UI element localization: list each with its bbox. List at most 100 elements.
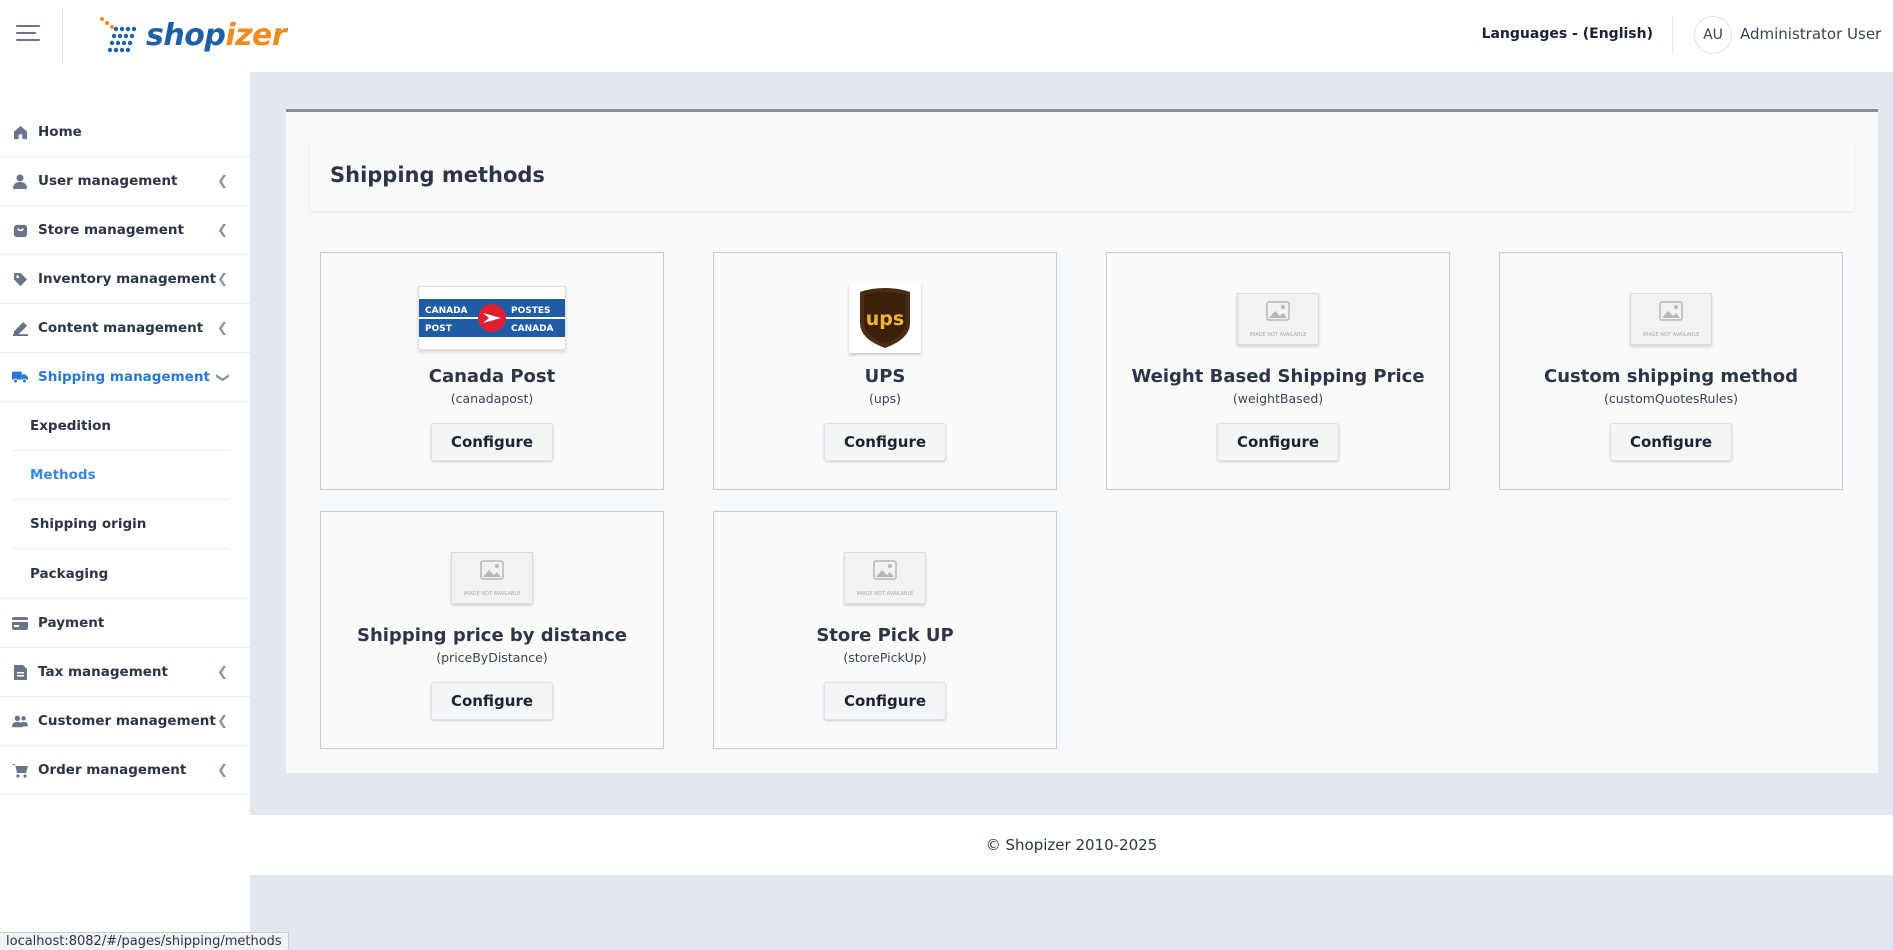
sidebar-item-store-management[interactable]: Store management ❮ — [0, 206, 250, 255]
method-code: (priceByDistance) — [436, 650, 548, 665]
sidebar-item-order-management[interactable]: Order management ❮ — [0, 746, 250, 795]
method-name: Store Pick UP — [816, 625, 954, 646]
truck-icon — [12, 369, 28, 385]
chevron-left-icon: ❮ — [217, 174, 228, 189]
method-name: Weight Based Shipping Price — [1131, 366, 1425, 387]
avatar[interactable]: AU — [1694, 16, 1732, 54]
sidebar-item-customer-management[interactable]: Customer management ❮ — [0, 697, 250, 746]
image-placeholder-icon — [480, 560, 504, 580]
document-icon — [12, 664, 28, 680]
sidebar-item-inventory-management[interactable]: Inventory management ❮ — [0, 255, 250, 304]
method-name: Canada Post — [428, 366, 556, 387]
tag-icon — [12, 271, 28, 287]
sidebar-item-label: Tax management — [38, 664, 168, 680]
svg-text:POST: POST — [425, 324, 453, 334]
ups-logo: ups — [849, 283, 921, 353]
home-icon — [12, 124, 28, 140]
image-not-available-placeholder: IMAGE NOT AVAILABLE — [1630, 293, 1712, 345]
canada-post-logo-graphic: CANADA POSTES POST CANADA — [419, 299, 565, 337]
page-title: Shipping methods — [330, 163, 545, 187]
sidebar-item-content-management[interactable]: Content management ❮ — [0, 304, 250, 353]
image-not-available-text: IMAGE NOT AVAILABLE — [856, 591, 914, 597]
shipping-submenu: Expedition Methods Shipping origin Packa… — [0, 402, 250, 599]
chevron-left-icon: ❮ — [217, 763, 228, 778]
sidebar-item-label: Content management — [38, 320, 204, 336]
method-card-pricebydistance: IMAGE NOT AVAILABLE Shipping price by di… — [320, 511, 664, 749]
svg-text:POSTES: POSTES — [511, 306, 551, 316]
users-icon — [12, 713, 28, 729]
svg-text:CANADA: CANADA — [511, 324, 554, 334]
logo-dots-icon — [100, 17, 137, 53]
sidebar-item-label: Store management — [38, 222, 184, 238]
method-code: (storePickUp) — [843, 650, 927, 665]
canada-post-logo: CANADA POSTES POST CANADA — [418, 286, 566, 350]
configure-button-weightbased[interactable]: Configure — [1217, 423, 1339, 461]
shopizer-logo[interactable]: shopizer — [96, 10, 287, 60]
status-bar-url: localhost:8082/#/pages/shipping/methods — [0, 932, 289, 950]
method-card-customquotesrules: IMAGE NOT AVAILABLE Custom shipping meth… — [1499, 252, 1843, 490]
sidebar-item-label: Payment — [38, 615, 105, 631]
sidebar-subitem-packaging[interactable]: Packaging — [12, 549, 230, 598]
sidebar: Home User management ❮ Store management … — [0, 72, 250, 950]
header-divider — [62, 8, 63, 64]
image-placeholder-icon — [873, 560, 897, 580]
sidebar-item-label: Shipping management — [38, 369, 210, 385]
image-placeholder-icon — [1659, 301, 1683, 321]
configure-button-ups[interactable]: Configure — [824, 423, 946, 461]
method-name: Shipping price by distance — [356, 625, 628, 646]
method-card-storepickup: IMAGE NOT AVAILABLE Store Pick UP (store… — [713, 511, 1057, 749]
method-card-canadapost: CANADA POSTES POST CANADA Canada Post (c… — [320, 252, 664, 490]
sidebar-item-payment[interactable]: Payment — [0, 599, 250, 648]
store-icon — [12, 222, 28, 238]
logo-wordmark: shopizer — [146, 17, 287, 53]
image-not-available-text: IMAGE NOT AVAILABLE — [1642, 332, 1700, 338]
sidebar-subitem-expedition[interactable]: Expedition — [12, 402, 230, 451]
sidebar-item-label: User management — [38, 173, 178, 189]
header-divider-right — [1672, 16, 1673, 54]
method-card-ups: ups UPS (ups) Configure — [713, 252, 1057, 490]
sidebar-item-shipping-management[interactable]: Shipping management ❮ — [0, 353, 250, 402]
chevron-down-icon: ❮ — [215, 372, 231, 383]
chevron-left-icon: ❮ — [217, 714, 228, 729]
languages-dropdown[interactable]: Languages - (English) — [1482, 26, 1653, 42]
svg-text:CANADA: CANADA — [425, 306, 468, 316]
configure-button-storepickup[interactable]: Configure — [824, 682, 946, 720]
footer: © Shopizer 2010-2025 — [250, 815, 1893, 875]
hamburger-menu-icon[interactable] — [16, 25, 40, 45]
method-name: UPS — [864, 366, 906, 387]
sidebar-item-user-management[interactable]: User management ❮ — [0, 157, 250, 206]
sidebar-item-label: Home — [38, 124, 82, 140]
card-header: Shipping methods — [310, 141, 1854, 211]
method-code: (customQuotesRules) — [1603, 391, 1739, 406]
ups-shield-graphic: ups — [860, 288, 910, 348]
chevron-left-icon: ❮ — [217, 321, 228, 336]
configure-button-canadapost[interactable]: Configure — [431, 423, 553, 461]
cart-icon — [12, 762, 28, 778]
image-not-available-text: IMAGE NOT AVAILABLE — [463, 591, 521, 597]
shipping-methods-card: Shipping methods CANADA POSTES POST CANA… — [286, 109, 1878, 773]
image-not-available-text: IMAGE NOT AVAILABLE — [1249, 332, 1307, 338]
sidebar-subitem-methods[interactable]: Methods — [12, 451, 230, 500]
image-not-available-placeholder: IMAGE NOT AVAILABLE — [844, 552, 926, 604]
sidebar-item-label: Order management — [38, 762, 187, 778]
sidebar-item-home[interactable]: Home — [0, 108, 250, 157]
method-name: Custom shipping method — [1544, 366, 1798, 387]
chevron-left-icon: ❮ — [217, 665, 228, 680]
configure-button-customquotesrules[interactable]: Configure — [1610, 423, 1732, 461]
pencil-icon — [12, 320, 28, 336]
user-icon — [12, 173, 28, 189]
sidebar-item-tax-management[interactable]: Tax management ❮ — [0, 648, 250, 697]
credit-card-icon — [12, 615, 28, 631]
image-not-available-placeholder: IMAGE NOT AVAILABLE — [1237, 293, 1319, 345]
user-name[interactable]: Administrator User — [1740, 25, 1881, 43]
method-card-weightbased: IMAGE NOT AVAILABLE Weight Based Shippin… — [1106, 252, 1450, 490]
top-header: shopizer Languages - (English) AU Admini… — [0, 0, 1893, 72]
chevron-left-icon: ❮ — [217, 223, 228, 238]
method-code: (canadapost) — [450, 391, 534, 406]
chevron-left-icon: ❮ — [217, 272, 228, 287]
sidebar-item-label: Inventory management — [38, 271, 217, 287]
method-code: (ups) — [868, 391, 902, 406]
configure-button-pricebydistance[interactable]: Configure — [431, 682, 553, 720]
image-placeholder-icon — [1266, 301, 1290, 321]
sidebar-subitem-shipping-origin[interactable]: Shipping origin — [12, 500, 230, 549]
